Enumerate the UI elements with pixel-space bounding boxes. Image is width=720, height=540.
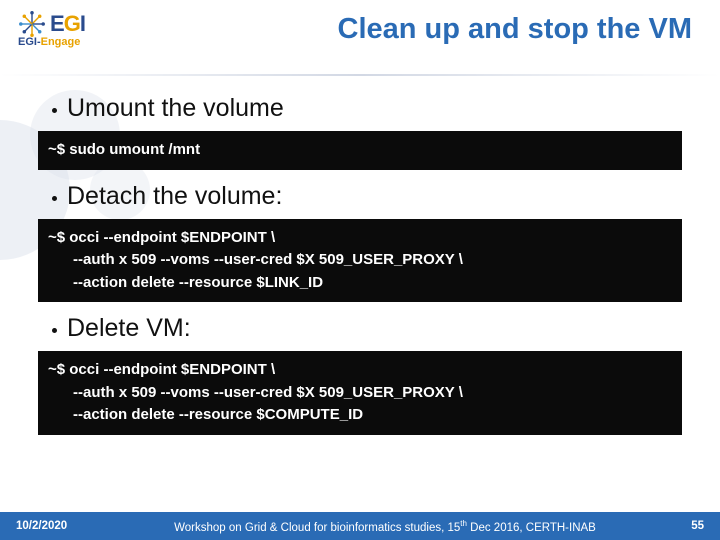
code-block-detach: ~$ occi --endpoint $ENDPOINT \ --auth x … [38, 219, 682, 303]
logo-letter-e: E [50, 11, 64, 36]
logo-sub-engage: Engage [41, 36, 81, 48]
footer-date: 10/2/2020 [16, 520, 96, 532]
footer-text-a: Workshop on Grid & Cloud for bioinformat… [174, 521, 460, 533]
page-title: Clean up and stop the VM [338, 13, 692, 46]
bullet-dot-icon [52, 196, 57, 201]
code-block-umount: ~$ sudo umount /mnt [38, 131, 682, 170]
logo-letter-i: I [80, 11, 85, 36]
logo-burst-icon [18, 10, 46, 38]
footer-text-b: Dec 2016, CERTH-INAB [467, 521, 596, 533]
footer: 10/2/2020 Workshop on Grid & Cloud for b… [0, 512, 720, 540]
slide: EGI EGI-Engage Clean up and stop the VM … [0, 0, 720, 540]
logo-text: EGI [50, 11, 85, 37]
footer-text: Workshop on Grid & Cloud for bioinformat… [96, 519, 674, 534]
bullet-dot-icon [52, 328, 57, 333]
logo: EGI EGI-Engage [18, 10, 85, 48]
bullet-umount: Umount the volume [52, 94, 682, 123]
bullet-delete: Delete VM: [52, 314, 682, 343]
bullet-dot-icon [52, 108, 57, 113]
header: EGI EGI-Engage Clean up and stop the VM [0, 0, 720, 62]
bullet-delete-text: Delete VM: [67, 314, 191, 343]
footer-text-sup: th [460, 519, 467, 528]
bullet-detach-text: Detach the volume: [67, 182, 282, 211]
content: Umount the volume ~$ sudo umount /mnt De… [0, 62, 720, 435]
code-block-delete: ~$ occi --endpoint $ENDPOINT \ --auth x … [38, 351, 682, 435]
bullet-detach: Detach the volume: [52, 182, 682, 211]
bullet-umount-text: Umount the volume [67, 94, 284, 123]
logo-letter-g: G [64, 11, 80, 36]
footer-page-number: 55 [674, 520, 704, 532]
